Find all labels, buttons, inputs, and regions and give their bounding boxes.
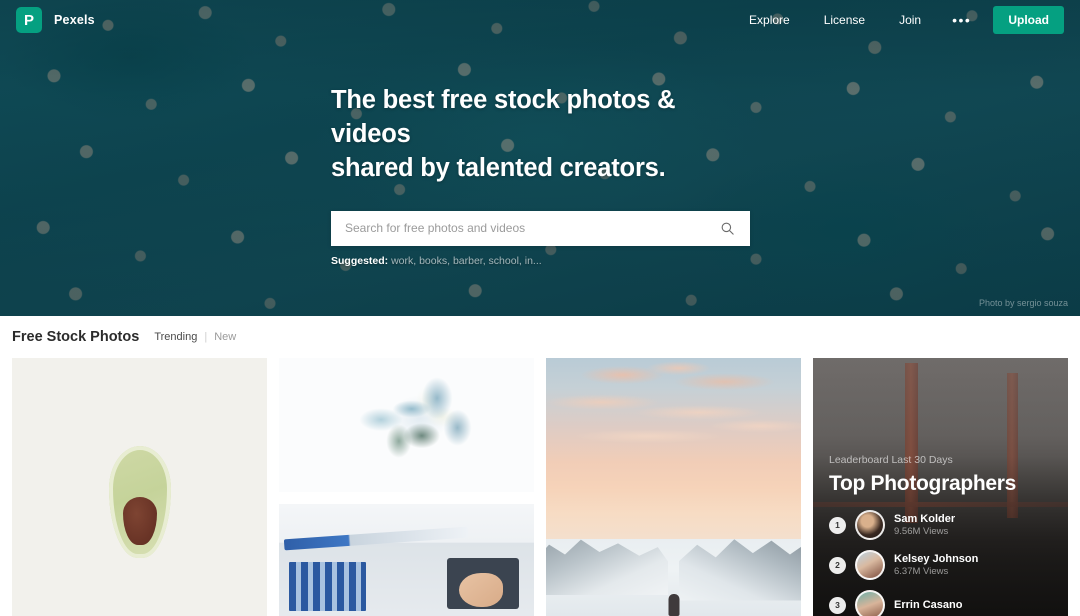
- page-title: The best free stock photos & videos shar…: [331, 84, 761, 186]
- nav-link-explore[interactable]: Explore: [732, 0, 807, 40]
- more-menu-icon[interactable]: •••: [938, 0, 985, 40]
- desk-books-shape: [289, 562, 366, 612]
- brand-logo[interactable]: P Pexels: [16, 7, 95, 33]
- suggested-terms[interactable]: work, books, barber, school, in...: [391, 255, 542, 267]
- avatar: [855, 590, 885, 616]
- tab-trending[interactable]: Trending: [152, 331, 199, 343]
- hero-title-line-2: shared by talented creators.: [331, 153, 666, 182]
- leaderboard-row[interactable]: 2 Kelsey Johnson 6.37M Views: [829, 550, 1052, 580]
- photo-tile-avocado[interactable]: [12, 358, 267, 616]
- rank-badge: 3: [829, 596, 846, 614]
- photo-tile-floral[interactable]: [279, 358, 534, 492]
- pexels-logo-icon: P: [16, 7, 42, 33]
- avatar: [855, 510, 885, 540]
- snow-hiker-shape: [668, 594, 679, 616]
- photographer-info: Kelsey Johnson 6.37M Views: [894, 552, 978, 579]
- photographer-name: Sam Kolder: [894, 512, 956, 525]
- hero-title-line-1: The best free stock photos & videos: [331, 86, 676, 148]
- hero-banner: P Pexels Explore License Join ••• Upload…: [0, 0, 1080, 316]
- leaderboard-kicker: Leaderboard Last 30 Days: [829, 454, 953, 466]
- nav-link-join[interactable]: Join: [882, 0, 938, 40]
- avocado-pit-shape: [122, 496, 157, 545]
- desk-artwork: [279, 504, 534, 616]
- nav-link-license[interactable]: License: [807, 0, 882, 40]
- grid-column-2: [279, 358, 534, 616]
- desk-shelf-shape: [283, 526, 468, 551]
- section-header: Free Stock Photos Trending | New: [0, 316, 1080, 358]
- upload-button[interactable]: Upload: [993, 6, 1064, 34]
- leaderboard-row[interactable]: 3 Errin Casano: [829, 590, 1052, 616]
- section-title: Free Stock Photos: [12, 329, 140, 345]
- suggested-searches: Suggested: work, books, barber, school, …: [331, 255, 1080, 267]
- photographer-name: Kelsey Johnson: [894, 552, 979, 565]
- suggested-label: Suggested:: [331, 254, 389, 267]
- search-button[interactable]: [712, 221, 750, 236]
- grid-column-1: [12, 358, 267, 616]
- leaderboard-row[interactable]: 1 Sam Kolder 9.56M Views: [829, 510, 1052, 540]
- photographer-info: Errin Casano: [894, 598, 962, 612]
- grid-column-4: Leaderboard Last 30 Days Top Photographe…: [813, 358, 1068, 616]
- photographer-name: Errin Casano: [894, 598, 963, 611]
- search-icon: [721, 222, 734, 235]
- leaderboard-content: Leaderboard Last 30 Days Top Photographe…: [813, 358, 1068, 616]
- leaderboard-heading: Top Photographers: [829, 472, 1017, 495]
- photo-tile-desk[interactable]: [279, 503, 534, 616]
- search-bar[interactable]: [331, 210, 750, 246]
- search-input[interactable]: [331, 221, 712, 236]
- top-navigation: P Pexels Explore License Join ••• Upload: [0, 0, 1080, 40]
- tab-separator: |: [204, 331, 208, 343]
- snow-clouds-shape: [546, 358, 801, 529]
- photo-tile-snow-mountain[interactable]: [546, 358, 801, 616]
- avatar: [855, 550, 885, 580]
- photographer-info: Sam Kolder 9.56M Views: [894, 512, 955, 539]
- desk-hand-shape: [459, 573, 504, 608]
- nav-links: Explore License Join ••• Upload: [732, 0, 1064, 40]
- tab-new[interactable]: New: [212, 331, 238, 343]
- photographer-views: 9.56M Views: [894, 525, 949, 537]
- rank-badge: 1: [829, 516, 846, 534]
- grid-column-3: [546, 358, 801, 616]
- hero-photo-credit[interactable]: Photo by sergio souza: [979, 298, 1068, 308]
- hero-content: The best free stock photos & videos shar…: [0, 84, 1080, 267]
- photographer-views: 6.37M Views: [894, 565, 949, 577]
- photo-grid: Leaderboard Last 30 Days Top Photographe…: [0, 358, 1080, 616]
- rank-badge: 2: [829, 556, 846, 574]
- top-photographers-card[interactable]: Leaderboard Last 30 Days Top Photographe…: [813, 358, 1068, 616]
- brand-name: Pexels: [54, 13, 95, 27]
